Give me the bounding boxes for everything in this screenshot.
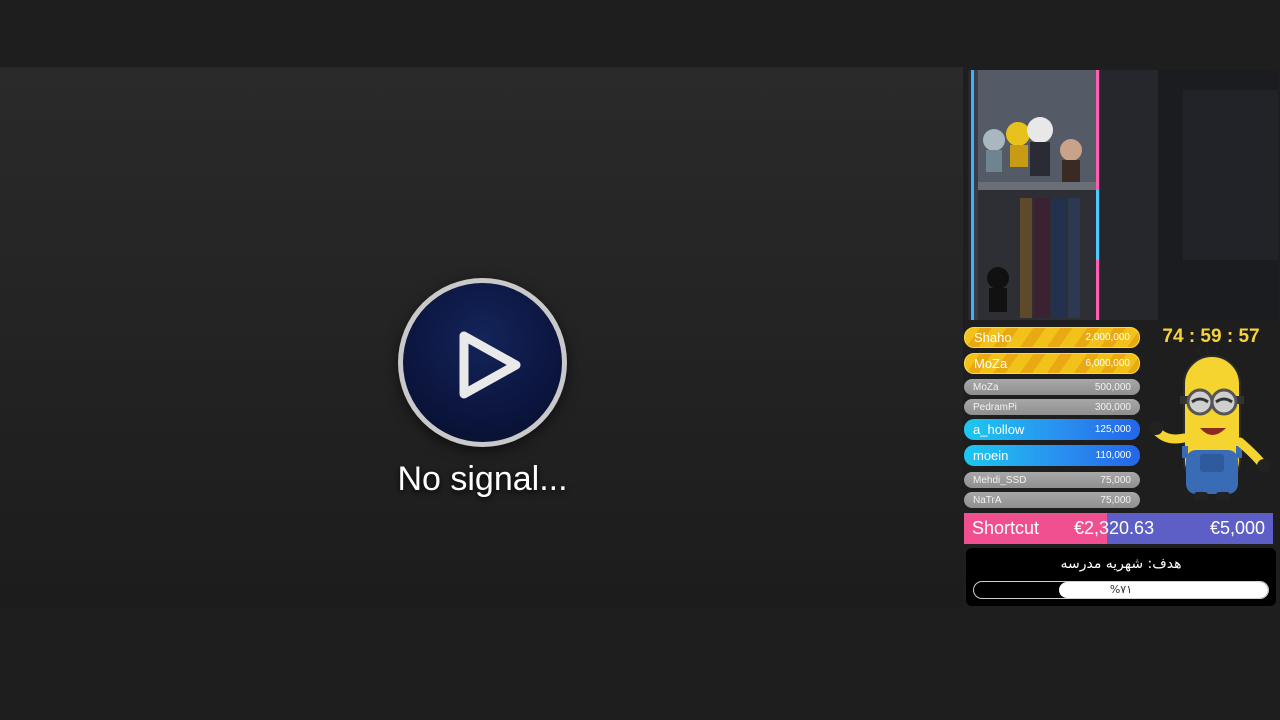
donor-name: MoZa bbox=[974, 356, 1008, 371]
donor-row: moein 110,000 bbox=[964, 445, 1140, 466]
donor-amount: 75,000 bbox=[1100, 494, 1131, 506]
play-icon bbox=[459, 331, 521, 399]
school-goal-title: هدف: شهریه مدرسه bbox=[1060, 556, 1182, 572]
no-signal-text: No signal... bbox=[397, 460, 568, 498]
minion-mascot-icon bbox=[1149, 346, 1271, 500]
donor-name: moein bbox=[973, 448, 1009, 463]
donor-row: Mehdi_SSD 75,000 bbox=[964, 472, 1140, 488]
donor-amount: 6,000,000 bbox=[1085, 358, 1131, 369]
donor-name: a_hollow bbox=[973, 422, 1025, 437]
top-bar bbox=[0, 0, 1280, 67]
bottom-bar bbox=[0, 608, 1280, 720]
donor-amount: 300,000 bbox=[1094, 401, 1131, 413]
donor-amount: 500,000 bbox=[1094, 381, 1131, 393]
donor-name: Shaho bbox=[974, 330, 1012, 345]
donor-row: Shaho 2,000,000 bbox=[964, 327, 1140, 348]
school-goal-widget: هدف: شهریه مدرسه %۷۱ bbox=[966, 548, 1276, 606]
donor-amount: 125,000 bbox=[1094, 424, 1131, 435]
webcam-feed bbox=[968, 70, 1278, 320]
countdown-timer: 74 : 59 : 57 bbox=[1162, 326, 1260, 347]
play-button[interactable] bbox=[398, 278, 567, 447]
donation-goal-label: Shortcut bbox=[972, 518, 1040, 538]
donor-row: NaTrA 75,000 bbox=[964, 492, 1140, 508]
donor-row: MoZa 6,000,000 bbox=[964, 353, 1140, 374]
school-goal-progress: %۷۱ bbox=[973, 581, 1269, 599]
donor-name: MoZa bbox=[973, 381, 999, 393]
donor-row: MoZa 500,000 bbox=[964, 379, 1140, 395]
school-goal-percent: %۷۱ bbox=[1109, 583, 1133, 596]
donor-amount: 2,000,000 bbox=[1085, 332, 1131, 343]
donor-name: NaTrA bbox=[973, 494, 1002, 506]
donor-amount: 110,000 bbox=[1095, 450, 1131, 461]
donor-row: PedramPi 300,000 bbox=[964, 399, 1140, 415]
video-player[interactable]: No signal... bbox=[0, 67, 963, 608]
donation-goal-current: €2,320.63 bbox=[1074, 518, 1155, 538]
donor-name: Mehdi_SSD bbox=[973, 474, 1027, 486]
donor-row: a_hollow 125,000 bbox=[964, 419, 1140, 440]
donor-amount: 75,000 bbox=[1100, 474, 1131, 486]
donor-name: PedramPi bbox=[973, 401, 1017, 413]
donation-goal-target: €5,000 bbox=[1209, 518, 1265, 538]
donation-goal-bar: Shortcut €2,320.63 €5,000 bbox=[964, 513, 1273, 544]
